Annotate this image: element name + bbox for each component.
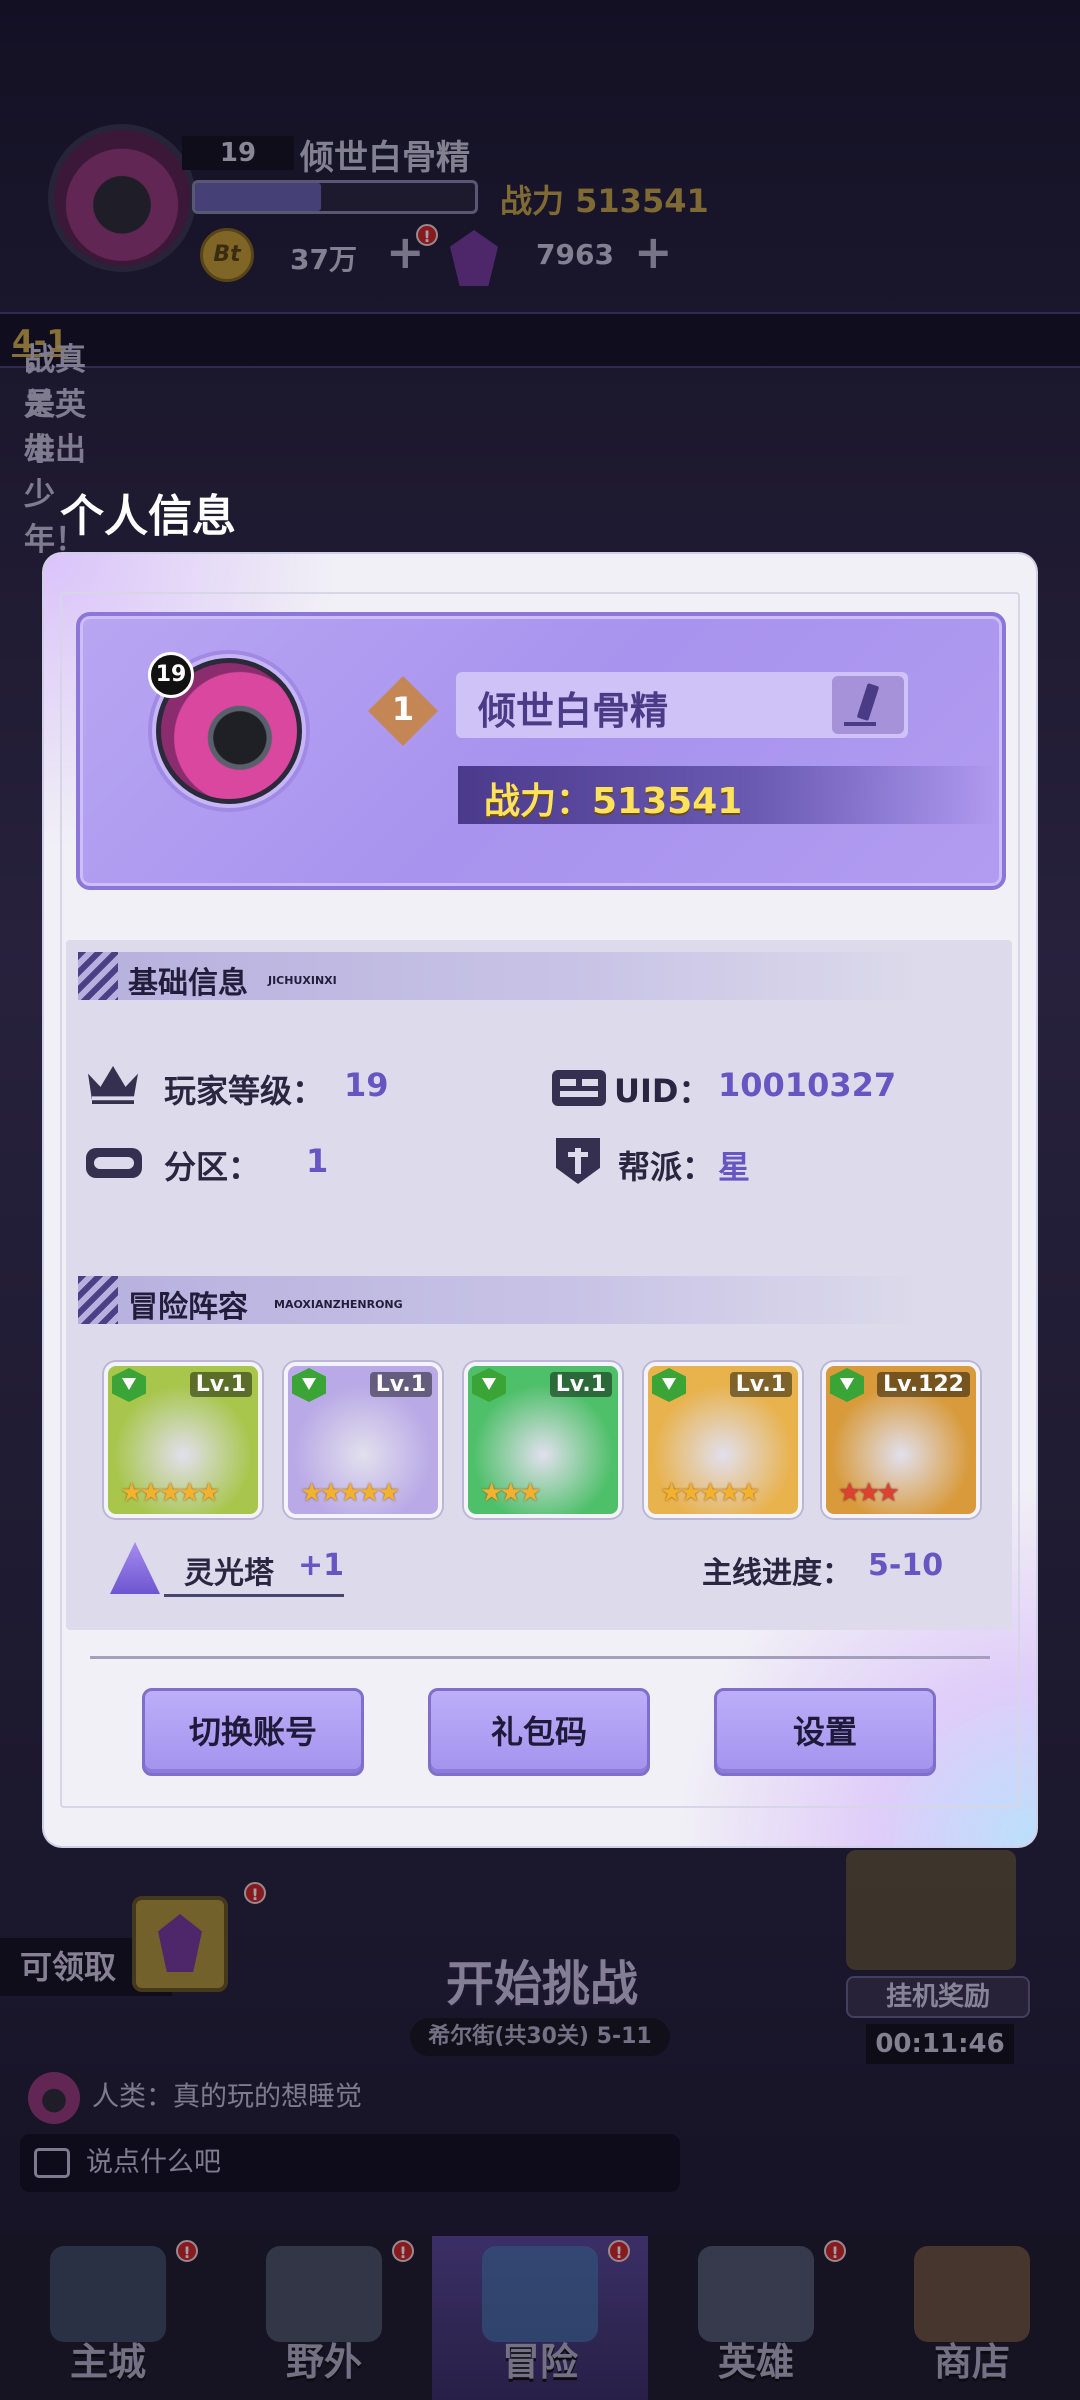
profile-name: 倾世白骨精 <box>478 689 669 733</box>
section-stripes-icon <box>78 952 118 1000</box>
switch-account-button[interactable]: 切换账号 <box>142 1688 364 1776</box>
hero-rarity-gem-icon <box>112 1368 146 1402</box>
gift-code-button[interactable]: 礼包码 <box>428 1688 650 1776</box>
modal-divider <box>90 1656 990 1659</box>
hero-level: Lv.1 <box>369 1372 432 1397</box>
hero-rarity-gem-icon <box>830 1368 864 1402</box>
hero-level: Lv.122 <box>877 1372 970 1397</box>
main-progress-value: 5-10 <box>868 1548 944 1583</box>
guild-value: 星 <box>718 1148 751 1186</box>
section-subtitle: JICHUXINXI <box>268 974 337 987</box>
hero-card[interactable]: Lv.122 ★★★ <box>822 1362 980 1518</box>
hero-stars: ★★★ <box>838 1478 900 1508</box>
player-level-value: 19 <box>344 1066 389 1104</box>
player-level-label: 玩家等级： <box>164 1072 325 1110</box>
guild-label: 帮派： <box>618 1148 715 1186</box>
section-title: 冒险阵容 <box>128 1290 248 1325</box>
section-stripes-icon <box>78 1276 118 1324</box>
hero-stars: ★★★ <box>480 1478 542 1508</box>
id-card-icon <box>552 1070 606 1106</box>
spirit-tower-bonus: +1 <box>298 1548 345 1583</box>
uid-value[interactable]: 10010327 <box>718 1066 896 1104</box>
zone-value: 1 <box>306 1142 329 1180</box>
hero-level: Lv.1 <box>549 1372 612 1397</box>
hero-stars: ★★★★★ <box>300 1478 401 1508</box>
section-title: 基础信息 <box>128 966 248 1001</box>
hero-stars: ★★★★★ <box>120 1478 221 1508</box>
hero-stars: ★★★★★ <box>660 1478 761 1508</box>
hero-rarity-gem-icon <box>472 1368 506 1402</box>
hero-rarity-gem-icon <box>292 1368 326 1402</box>
zone-label: 分区： <box>164 1148 261 1186</box>
modal-title: 个人信息 <box>60 491 236 542</box>
settings-button[interactable]: 设置 <box>714 1688 936 1776</box>
hero-level: Lv.1 <box>189 1372 252 1397</box>
hero-card[interactable]: Lv.1 ★★★ <box>464 1362 622 1518</box>
profile-level-badge: 19 <box>148 652 194 698</box>
basic-info-header: 基础信息 JICHUXINXI <box>78 952 938 1001</box>
hero-card[interactable]: Lv.1 ★★★★★ <box>104 1362 262 1518</box>
adventure-lineup-header: 冒险阵容 MAOXIANZHENRONG <box>78 1276 938 1325</box>
hero-rarity-gem-icon <box>652 1368 686 1402</box>
edit-name-button[interactable] <box>832 676 904 734</box>
spirit-tower-underline <box>164 1594 344 1597</box>
spirit-tower-label: 灵光塔 <box>184 1556 274 1591</box>
main-progress-label: 主线进度： <box>702 1556 852 1591</box>
hero-card[interactable]: Lv.1 ★★★★★ <box>284 1362 442 1518</box>
section-subtitle: MAOXIANZHENRONG <box>274 1298 403 1311</box>
server-icon <box>86 1148 142 1178</box>
uid-label: UID： <box>614 1072 711 1110</box>
hero-level: Lv.1 <box>729 1372 792 1397</box>
profile-power: 战力：513541 <box>484 781 743 822</box>
hero-card[interactable]: Lv.1 ★★★★★ <box>644 1362 802 1518</box>
